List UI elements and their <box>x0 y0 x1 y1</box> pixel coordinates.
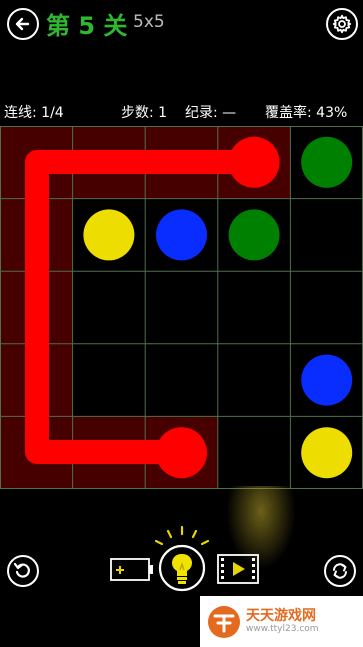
restart-icon <box>333 563 347 579</box>
color-dot[interactable] <box>301 136 353 188</box>
back-button[interactable] <box>7 8 39 40</box>
add-hint-battery-icon <box>110 558 153 581</box>
level-title: 第 5 关 <box>46 12 128 40</box>
watch-video-button[interactable] <box>216 553 260 585</box>
board-cell[interactable] <box>290 271 363 344</box>
steps-count: 步数: 1 <box>121 105 168 121</box>
board-cell[interactable] <box>217 416 291 489</box>
lightbulb-icon <box>154 525 210 592</box>
color-dot[interactable] <box>156 209 207 261</box>
record-value: 纪录: — <box>185 105 237 121</box>
color-dot[interactable] <box>301 354 353 406</box>
color-dot[interactable] <box>228 136 280 188</box>
game-board[interactable] <box>0 126 363 489</box>
board-cell[interactable] <box>145 271 218 344</box>
site-logo-icon <box>208 605 240 638</box>
color-dot[interactable] <box>156 427 207 479</box>
restart-button[interactable] <box>324 555 356 587</box>
gear-icon <box>332 14 352 34</box>
arrow-left-icon <box>15 17 30 31</box>
color-dot[interactable] <box>83 209 135 261</box>
undo-button[interactable] <box>7 555 39 587</box>
board-cell[interactable] <box>145 343 218 417</box>
board-cell[interactable] <box>290 198 363 272</box>
color-dot[interactable] <box>228 209 280 261</box>
undo-icon <box>13 562 30 578</box>
links-count: 连线: 1/4 <box>4 105 64 121</box>
video-play-icon <box>217 554 259 584</box>
coverage-percent: 覆盖率: 43% <box>265 105 348 121</box>
grid-size-label: 5x5 <box>133 12 165 32</box>
board-cell[interactable] <box>217 343 291 417</box>
add-hint-button[interactable] <box>109 556 155 584</box>
color-dot[interactable] <box>301 427 353 479</box>
hint-button[interactable] <box>150 524 214 594</box>
watermark-text: 天天游戏网 <box>246 608 316 624</box>
board-cell[interactable] <box>217 271 291 344</box>
board-cell[interactable] <box>72 343 146 417</box>
board-cell[interactable] <box>72 271 146 344</box>
watermark-url: www.ttyl23.com <box>246 624 319 634</box>
settings-button[interactable] <box>326 8 358 40</box>
watermark-banner: 天天游戏网 www.ttyl23.com <box>200 596 363 647</box>
